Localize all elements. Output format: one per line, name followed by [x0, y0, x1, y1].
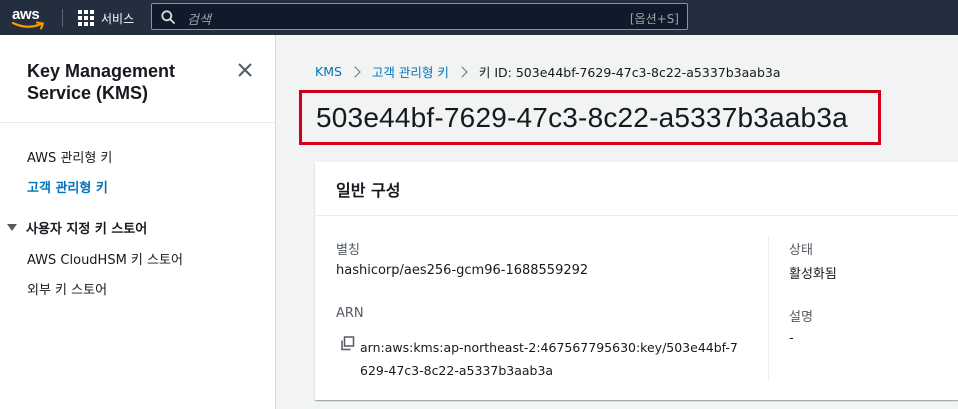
- alias-value: hashicorp/aes256-gcm96-1688559292: [336, 263, 589, 278]
- grid-icon: [78, 10, 94, 26]
- alias-label: 별칭: [336, 243, 360, 258]
- sidebar-item-cloudhsm-key-store[interactable]: AWS CloudHSM 키 스토어: [27, 249, 183, 268]
- arn-label: ARN: [336, 306, 364, 321]
- sidebar: Key Management Service (KMS) AWS 관리형 키 고…: [0, 35, 276, 409]
- search-placeholder: 검색: [187, 13, 211, 28]
- status-value: 활성화됨: [789, 267, 837, 282]
- copy-icon[interactable]: [340, 336, 355, 351]
- description-value: -: [789, 331, 794, 346]
- panel-title: 일반 구성: [336, 181, 401, 200]
- services-label: 서비스: [101, 11, 135, 26]
- page-title: 503e44bf-7629-47c3-8c22-a5337b3aab3a: [316, 102, 848, 133]
- panel-header: 일반 구성: [315, 162, 958, 216]
- chevron-right-icon: [456, 65, 468, 78]
- sidebar-divider: [0, 122, 275, 123]
- sidebar-item-external-key-store[interactable]: 외부 키 스토어: [27, 279, 107, 298]
- nav-divider: [62, 9, 63, 27]
- breadcrumb-link-customer-managed-keys[interactable]: 고객 관리형 키: [372, 62, 449, 81]
- highlight-box: 503e44bf-7629-47c3-8c22-a5337b3aab3a: [299, 90, 881, 145]
- aws-smile-icon: [12, 21, 44, 30]
- general-config-panel: 일반 구성 별칭 hashicorp/aes256-gcm96-16885592…: [315, 162, 958, 400]
- sidebar-item-customer-managed-keys[interactable]: 고객 관리형 키: [27, 177, 108, 196]
- breadcrumb-link-kms[interactable]: KMS: [315, 64, 342, 79]
- search-input[interactable]: 검색 [옵션+S]: [151, 3, 688, 30]
- search-icon: [161, 10, 175, 24]
- sidebar-title[interactable]: Key Management Service (KMS): [27, 60, 227, 104]
- close-icon[interactable]: [237, 62, 253, 78]
- services-menu-button[interactable]: 서비스: [78, 8, 134, 28]
- aws-logo[interactable]: aws: [12, 3, 48, 31]
- arn-value: arn:aws:kms:ap-northeast-2:467567795630:…: [360, 340, 738, 378]
- caret-down-icon: [7, 224, 17, 231]
- sidebar-section-label: 사용자 지정 키 스토어: [26, 222, 148, 237]
- chevron-right-icon: [349, 65, 361, 78]
- status-label: 상태: [789, 243, 813, 258]
- sidebar-item-aws-managed-keys[interactable]: AWS 관리형 키: [27, 147, 112, 166]
- description-label: 설명: [789, 310, 813, 325]
- breadcrumb: KMS 고객 관리형 키 키 ID: 503e44bf-7629-47c3-8c…: [315, 62, 781, 81]
- top-nav-bar: aws 서비스 검색 [옵션+S]: [0, 0, 958, 35]
- breadcrumb-current: 키 ID: 503e44bf-7629-47c3-8c22-a5337b3aab…: [478, 65, 781, 80]
- column-divider: [768, 236, 769, 381]
- search-shortcut-hint: [옵션+S]: [629, 12, 679, 26]
- sidebar-section-custom-key-stores[interactable]: 사용자 지정 키 스토어: [7, 218, 147, 237]
